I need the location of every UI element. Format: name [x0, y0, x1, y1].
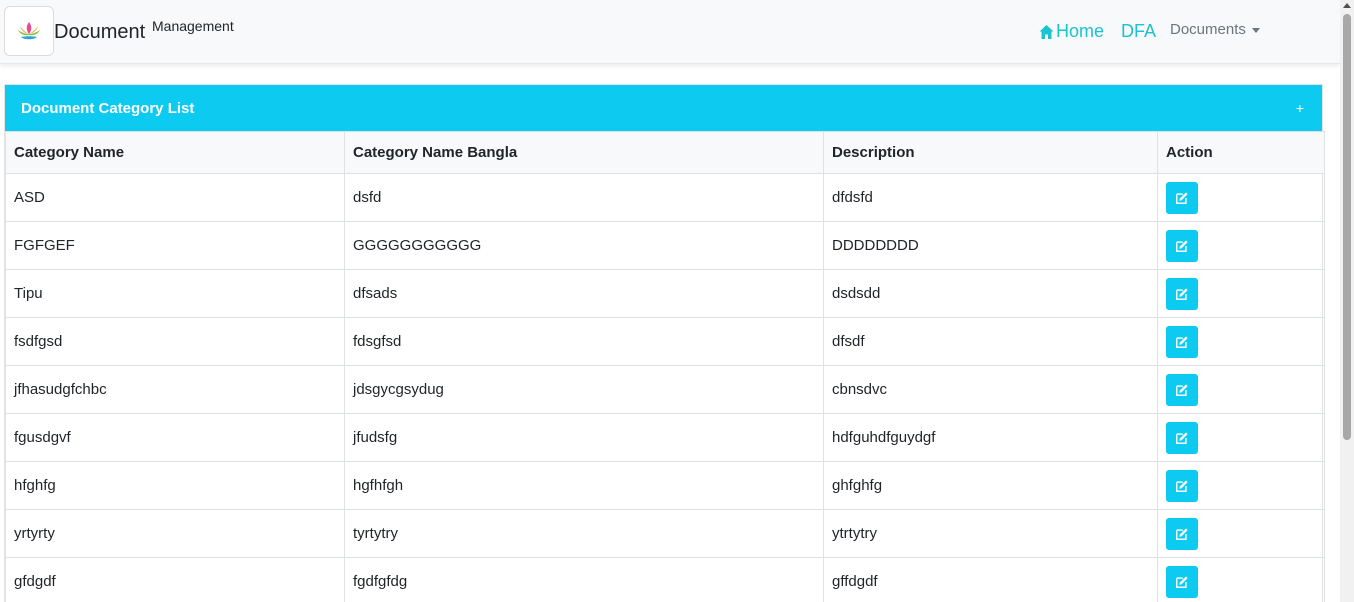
cell-category-name-bangla: tyrtytry: [344, 509, 824, 558]
header-category-name-bangla: Category Name Bangla: [344, 131, 824, 174]
edit-button[interactable]: [1166, 469, 1198, 502]
scrollbar-thumb[interactable]: [1343, 14, 1351, 440]
cell-category-name-bangla: jfudsfg: [344, 413, 824, 462]
edit-button[interactable]: [1166, 565, 1198, 598]
edit-button[interactable]: [1166, 421, 1198, 454]
edit-icon: [1175, 527, 1189, 541]
cell-action: [1157, 461, 1325, 510]
cell-action: [1157, 317, 1325, 366]
edit-icon: [1175, 575, 1189, 589]
header-description: Description: [823, 131, 1158, 174]
page-scrollbar[interactable]: [1340, 0, 1354, 602]
table-row: jfhasudgfchbc jdsgycgsydug cbnsdvc: [5, 365, 1325, 414]
table-row: Tipu dfsads dsdsdd: [5, 269, 1325, 318]
header-action: Action: [1157, 131, 1325, 174]
table-row: FGFGEF GGGGGGGGGGG DDDDDDDD: [5, 221, 1325, 270]
cell-action: [1157, 221, 1325, 270]
table-row: ASD dsfd dfdsfd: [5, 173, 1325, 222]
cell-action: [1157, 413, 1325, 462]
cell-category-name: fsdfgsd: [5, 317, 345, 366]
nav-link-dfa[interactable]: DFA: [1121, 21, 1156, 42]
brand-subtitle: Management: [152, 18, 234, 34]
edit-icon: [1175, 383, 1189, 397]
lotus-logo-icon: [18, 22, 40, 40]
cell-category-name: FGFGEF: [5, 221, 345, 270]
add-category-button[interactable]: +: [1296, 100, 1304, 116]
cell-category-name: gfdgdf: [5, 557, 345, 602]
edit-icon: [1175, 191, 1189, 205]
edit-button[interactable]: [1166, 325, 1198, 358]
cell-description: ytrtytry: [823, 509, 1158, 558]
cell-action: [1157, 557, 1325, 602]
cell-category-name: hfghfg: [5, 461, 345, 510]
cell-category-name: jfhasudgfchbc: [5, 365, 345, 414]
home-icon: [1039, 24, 1054, 39]
cell-category-name: yrtyrty: [5, 509, 345, 558]
card-header: Document Category List +: [5, 85, 1322, 131]
cell-category-name: fgusdgvf: [5, 413, 345, 462]
card-title: Document Category List: [21, 99, 195, 117]
edit-button[interactable]: [1166, 181, 1198, 214]
edit-icon: [1175, 335, 1189, 349]
cell-category-name-bangla: hgfhfgh: [344, 461, 824, 510]
cell-category-name-bangla: fdsgfsd: [344, 317, 824, 366]
edit-icon: [1175, 287, 1189, 301]
top-navbar: Document Management Home DFA Documents: [0, 0, 1340, 64]
cell-description: DDDDDDDD: [823, 221, 1158, 270]
edit-button[interactable]: [1166, 229, 1198, 262]
nav-dropdown-documents[interactable]: Documents: [1170, 21, 1260, 38]
cell-description: gffdgdf: [823, 557, 1158, 602]
cell-action: [1157, 365, 1325, 414]
table-body: ASD dsfd dfdsfd FGFGEF GGGGGGGGGGG DDDDDDDD Ti…: [5, 173, 1325, 602]
edit-button[interactable]: [1166, 517, 1198, 550]
table-row: fgusdgvf jfudsfg hdfguhdfguydgf: [5, 413, 1325, 462]
edit-icon: [1175, 431, 1189, 445]
cell-category-name-bangla: dfsads: [344, 269, 824, 318]
cell-description: dfsdf: [823, 317, 1158, 366]
edit-button[interactable]: [1166, 277, 1198, 310]
nav-link-home[interactable]: Home: [1038, 21, 1104, 42]
cell-category-name-bangla: jdsgycgsydug: [344, 365, 824, 414]
cell-category-name-bangla: fgdfgfdg: [344, 557, 824, 602]
scroll-up-arrow-icon[interactable]: [1343, 3, 1351, 8]
caret-down-icon: [1251, 27, 1260, 33]
cell-category-name: ASD: [5, 173, 345, 222]
cell-category-name: Tipu: [5, 269, 345, 318]
brand-title[interactable]: Document: [54, 21, 145, 44]
category-list-card: Document Category List + Category Name C…: [4, 84, 1325, 602]
table-header-row: Category Name Category Name Bangla Descr…: [5, 131, 1325, 174]
nav-documents-label: Documents: [1170, 21, 1246, 38]
table-row: gfdgdf fgdfgfdg gffdgdf: [5, 557, 1325, 602]
brand-logo[interactable]: [4, 6, 54, 56]
nav-home-label: Home: [1056, 21, 1105, 41]
cell-description: hdfguhdfguydgf: [823, 413, 1158, 462]
edit-icon: [1175, 479, 1189, 493]
cell-category-name-bangla: dsfd: [344, 173, 824, 222]
edit-button[interactable]: [1166, 373, 1198, 406]
category-table: Category Name Category Name Bangla Descr…: [5, 131, 1325, 602]
cell-category-name-bangla: GGGGGGGGGGG: [344, 221, 824, 270]
cell-description: cbnsdvc: [823, 365, 1158, 414]
table-row: fsdfgsd fdsgfsd dfsdf: [5, 317, 1325, 366]
edit-icon: [1175, 239, 1189, 253]
header-category-name: Category Name: [5, 131, 345, 174]
cell-action: [1157, 173, 1325, 222]
cell-description: dfdsfd: [823, 173, 1158, 222]
cell-action: [1157, 509, 1325, 558]
table-row: hfghfg hgfhfgh ghfghfg: [5, 461, 1325, 510]
cell-description: ghfghfg: [823, 461, 1158, 510]
cell-action: [1157, 269, 1325, 318]
table-row: yrtyrty tyrtytry ytrtytry: [5, 509, 1325, 558]
cell-description: dsdsdd: [823, 269, 1158, 318]
